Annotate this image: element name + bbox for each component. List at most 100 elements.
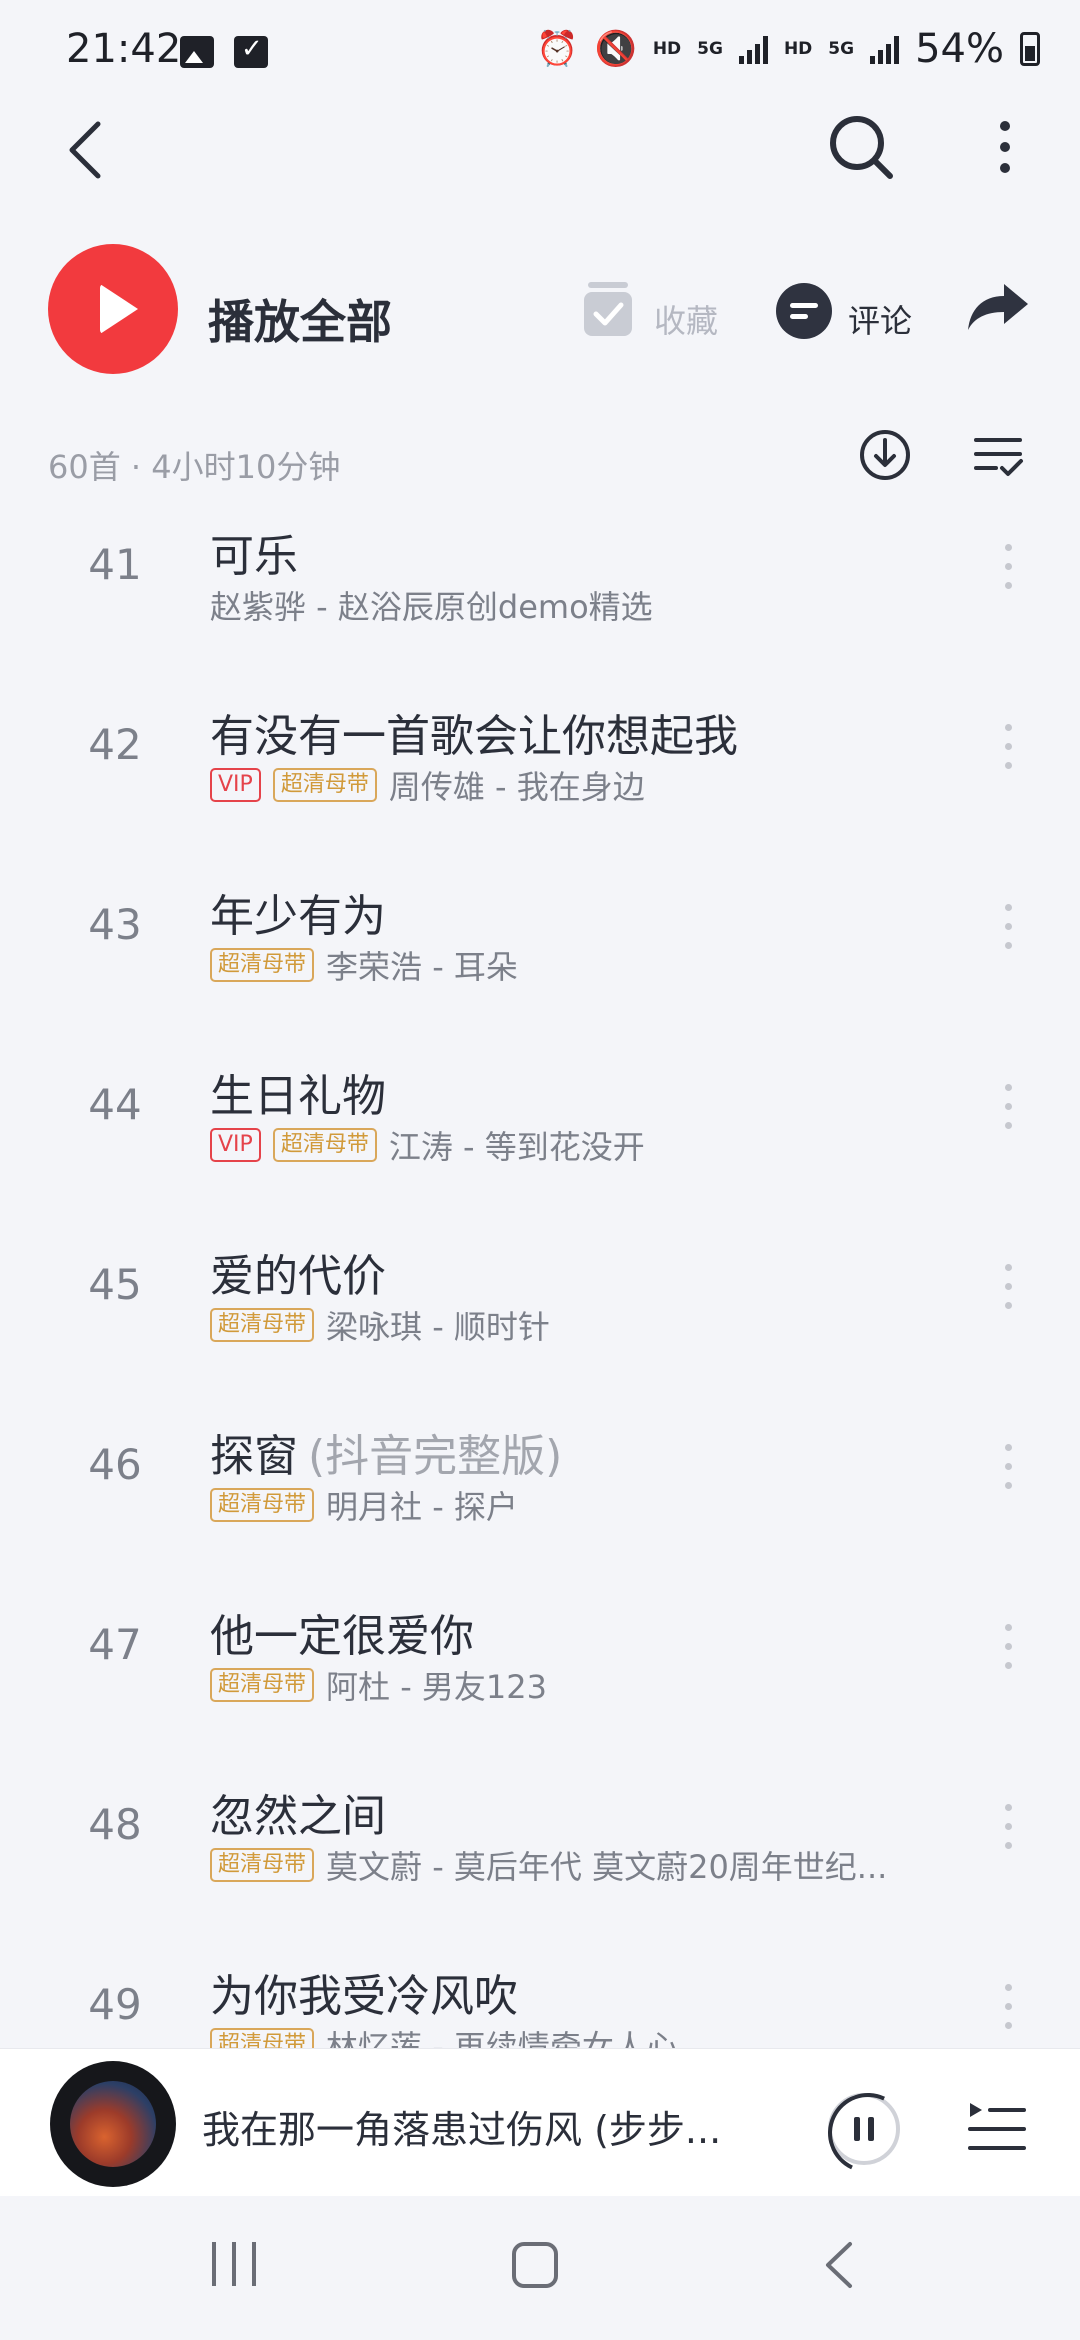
song-more-icon[interactable] bbox=[996, 1084, 1020, 1148]
song-title: 生日礼物 bbox=[210, 1060, 386, 1124]
gallery-notification-icon bbox=[180, 36, 214, 68]
more-icon[interactable] bbox=[985, 112, 1025, 182]
song-artist-album: 明月社 - 探户 bbox=[326, 1488, 518, 1526]
pause-icon[interactable] bbox=[828, 2093, 900, 2165]
status-bar: 21:42 ⏰ 🔇 HD 5G HD 5G 54% bbox=[0, 0, 1080, 100]
song-index: 48 bbox=[88, 1800, 142, 1849]
song-title-text: 为你我受冷风吹 bbox=[210, 1971, 518, 2022]
play-icon[interactable] bbox=[48, 244, 178, 374]
song-meta: 超清母带 林忆莲 - 再续情牵女人心 bbox=[210, 2022, 678, 2048]
song-title: 可乐 bbox=[210, 520, 298, 584]
song-row[interactable]: 41 可乐 赵紫骅 - 赵浴辰原创demo精选 bbox=[0, 500, 1080, 680]
song-meta: VIP 超清母带 周传雄 - 我在身边 bbox=[210, 762, 645, 808]
nav-back-icon[interactable] bbox=[820, 2240, 860, 2290]
hq-master-badge: 超清母带 bbox=[272, 1128, 377, 1162]
song-title-text: 可乐 bbox=[210, 531, 298, 582]
status-time: 21:42 bbox=[66, 26, 182, 72]
hq-master-badge: 超清母带 bbox=[210, 1848, 315, 1882]
song-index: 42 bbox=[88, 720, 142, 769]
song-meta: 超清母带 梁咏琪 - 顺时针 bbox=[210, 1302, 550, 1348]
download-icon[interactable] bbox=[858, 428, 912, 482]
song-title-text: 生日礼物 bbox=[210, 1071, 386, 1122]
song-more-icon[interactable] bbox=[996, 904, 1020, 968]
song-meta: 超清母带 李荣浩 - 耳朵 bbox=[210, 942, 518, 988]
signal-icon bbox=[738, 34, 768, 64]
share-icon[interactable] bbox=[966, 282, 1030, 332]
alarm-icon: ⏰ bbox=[536, 29, 579, 69]
signal-icon-2 bbox=[870, 34, 900, 64]
song-index: 41 bbox=[88, 540, 142, 589]
song-title-text: 忽然之间 bbox=[210, 1791, 386, 1842]
song-meta: 超清母带 明月社 - 探户 bbox=[210, 1482, 518, 1528]
recents-icon[interactable] bbox=[212, 2242, 258, 2286]
home-icon[interactable] bbox=[512, 2242, 558, 2288]
song-title: 他一定很爱你 bbox=[210, 1600, 474, 1664]
song-row[interactable]: 48 忽然之间 超清母带 莫文蔚 - 莫后年代 莫文蔚20周年世纪... bbox=[0, 1760, 1080, 1940]
song-row[interactable]: 45 爱的代价 超清母带 梁咏琪 - 顺时针 bbox=[0, 1220, 1080, 1400]
network-label-2: 5G bbox=[697, 39, 723, 59]
song-row[interactable]: 44 生日礼物 VIP 超清母带 江涛 - 等到花没开 bbox=[0, 1040, 1080, 1220]
song-more-icon[interactable] bbox=[996, 544, 1020, 608]
hq-master-badge: 超清母带 bbox=[272, 768, 377, 802]
battery-percent: 54% bbox=[915, 26, 1004, 72]
collect-label[interactable]: 收藏 bbox=[654, 296, 718, 342]
multiselect-icon[interactable] bbox=[974, 434, 1024, 478]
song-more-icon[interactable] bbox=[996, 724, 1020, 788]
vip-badge: VIP bbox=[210, 768, 261, 802]
song-meta: 超清母带 莫文蔚 - 莫后年代 莫文蔚20周年世纪... bbox=[210, 1842, 887, 1888]
search-icon[interactable] bbox=[826, 112, 896, 182]
back-icon[interactable] bbox=[60, 110, 120, 190]
song-row[interactable]: 46 探窗 (抖音完整版) 超清母带 明月社 - 探户 bbox=[0, 1400, 1080, 1580]
network-label-3: HD bbox=[783, 39, 813, 59]
song-index: 45 bbox=[88, 1260, 142, 1309]
song-title: 为你我受冷风吹 bbox=[210, 1960, 518, 2024]
task-notification-icon bbox=[234, 34, 268, 68]
song-artist-album: 林忆莲 - 再续情牵女人心 bbox=[326, 2028, 678, 2048]
comment-label[interactable]: 评论 bbox=[848, 296, 912, 342]
song-more-icon[interactable] bbox=[996, 1624, 1020, 1688]
song-artist-album: 周传雄 - 我在身边 bbox=[388, 768, 645, 806]
song-title: 忽然之间 bbox=[210, 1780, 386, 1844]
network-label-4: 5G bbox=[828, 39, 855, 59]
system-nav-bar bbox=[0, 2196, 1080, 2340]
comment-icon[interactable] bbox=[776, 283, 832, 339]
now-playing-title[interactable]: 我在那一角落患过伤风 (步步... bbox=[202, 2099, 742, 2154]
song-more-icon[interactable] bbox=[996, 1444, 1020, 1508]
song-meta: 赵紫骅 - 赵浴辰原创demo精选 bbox=[210, 582, 653, 628]
song-row[interactable]: 43 年少有为 超清母带 李荣浩 - 耳朵 bbox=[0, 860, 1080, 1040]
song-title-suffix: (抖音完整版) bbox=[308, 1431, 563, 1482]
song-index: 43 bbox=[88, 900, 142, 949]
play-all-label[interactable]: 播放全部 bbox=[208, 286, 392, 352]
song-title: 爱的代价 bbox=[210, 1240, 386, 1304]
song-index: 46 bbox=[88, 1440, 142, 1489]
song-count-summary: 60首 · 4小时10分钟 bbox=[48, 448, 341, 486]
playlist-icon[interactable] bbox=[968, 2101, 1026, 2157]
song-title-text: 探窗 bbox=[210, 1431, 298, 1482]
song-title-text: 有没有一首歌会让你想起我 bbox=[210, 711, 738, 762]
mini-player[interactable]: 我在那一角落患过伤风 (步步... bbox=[0, 2048, 1080, 2196]
network-label-1: HD bbox=[652, 39, 682, 59]
status-right: ⏰ 🔇 HD 5G HD 5G 54% bbox=[536, 26, 1040, 72]
song-row[interactable]: 47 他一定很爱你 超清母带 阿杜 - 男友123 bbox=[0, 1580, 1080, 1760]
mute-icon: 🔇 bbox=[594, 29, 637, 69]
song-artist-album: 李荣浩 - 耳朵 bbox=[326, 948, 518, 986]
battery-icon bbox=[1020, 32, 1040, 66]
song-meta: VIP 超清母带 江涛 - 等到花没开 bbox=[210, 1122, 645, 1168]
song-artist-album: 阿杜 - 男友123 bbox=[326, 1668, 547, 1706]
collect-icon[interactable] bbox=[582, 280, 634, 338]
song-index: 49 bbox=[88, 1980, 142, 2029]
song-title-text: 爱的代价 bbox=[210, 1251, 386, 1302]
song-title: 年少有为 bbox=[210, 880, 386, 944]
song-title: 有没有一首歌会让你想起我 bbox=[210, 700, 738, 764]
song-more-icon[interactable] bbox=[996, 1264, 1020, 1328]
album-art[interactable] bbox=[50, 2061, 176, 2187]
song-title-text: 年少有为 bbox=[210, 891, 386, 942]
song-more-icon[interactable] bbox=[996, 1804, 1020, 1868]
song-row[interactable]: 49 为你我受冷风吹 超清母带 林忆莲 - 再续情牵女人心 bbox=[0, 1940, 1080, 2048]
song-index: 47 bbox=[88, 1620, 142, 1669]
song-title-text: 他一定很爱你 bbox=[210, 1611, 474, 1662]
song-more-icon[interactable] bbox=[996, 1984, 1020, 2048]
vip-badge: VIP bbox=[210, 1128, 261, 1162]
song-row[interactable]: 42 有没有一首歌会让你想起我 VIP 超清母带 周传雄 - 我在身边 bbox=[0, 680, 1080, 860]
screen: 21:42 ⏰ 🔇 HD 5G HD 5G 54% 播放全部 bbox=[0, 0, 1080, 2340]
